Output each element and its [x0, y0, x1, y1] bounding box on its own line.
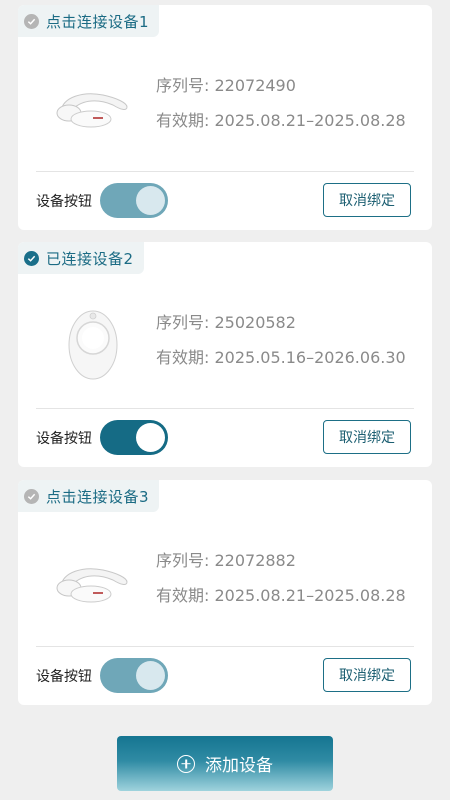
device-info: 序列号: 22072882 有效期: 2025.08.21–2025.08.28 [156, 550, 406, 620]
neck-massager-icon [48, 538, 138, 628]
device-info: 序列号: 22072490 有效期: 2025.08.21–2025.08.28 [156, 75, 406, 145]
serial-number: 序列号: 22072882 [156, 551, 296, 570]
toggle-knob [136, 661, 165, 690]
plus-circle-icon [177, 754, 195, 773]
serial-number: 序列号: 25020582 [156, 313, 296, 332]
divider [36, 408, 414, 409]
device-switch-toggle[interactable] [100, 658, 168, 693]
validity-period: 有效期: 2025.05.16–2026.06.30 [156, 348, 406, 367]
validity-period: 有效期: 2025.08.21–2025.08.28 [156, 111, 406, 130]
device-switch-toggle[interactable] [100, 420, 168, 455]
divider [36, 646, 414, 647]
device-card-3: 点击连接设备3 序列号: 22072882 有效期: 2025.08.21–20… [18, 480, 432, 705]
check-circle-icon [24, 488, 39, 504]
add-device-label: 添加设备 [205, 756, 273, 776]
add-device-button[interactable]: 添加设备 [117, 736, 333, 791]
device-switch-toggle[interactable] [100, 183, 168, 218]
connect-status-label: 点击连接设备1 [46, 12, 150, 31]
connect-status-tag[interactable]: 点击连接设备1 [18, 5, 160, 37]
device-card-2: 已连接设备2 序列号: 25020582 有效期: 2025.05.16–202… [18, 242, 432, 467]
device-card-1: 点击连接设备1 序列号: 22072490 有效期: 2025.08.21–20… [18, 5, 432, 230]
serial-number: 序列号: 22072490 [156, 76, 296, 95]
connect-status-label: 已连接设备2 [46, 249, 134, 268]
connect-status-tag[interactable]: 已连接设备2 [18, 242, 144, 274]
toggle-knob [136, 186, 165, 215]
check-circle-icon [24, 13, 39, 29]
check-circle-icon [24, 250, 39, 266]
unbind-button[interactable]: 取消绑定 [323, 183, 411, 217]
egg-massager-icon [48, 300, 138, 390]
connect-status-tag[interactable]: 点击连接设备3 [18, 480, 160, 512]
toggle-knob [136, 423, 165, 452]
unbind-button[interactable]: 取消绑定 [323, 420, 411, 454]
device-switch-label: 设备按钮 [36, 431, 92, 447]
device-switch-label: 设备按钮 [36, 669, 92, 685]
validity-period: 有效期: 2025.08.21–2025.08.28 [156, 586, 406, 605]
device-info: 序列号: 25020582 有效期: 2025.05.16–2026.06.30 [156, 312, 406, 382]
divider [36, 171, 414, 172]
connect-status-label: 点击连接设备3 [46, 487, 150, 506]
neck-massager-icon [48, 63, 138, 153]
unbind-button[interactable]: 取消绑定 [323, 658, 411, 692]
device-switch-label: 设备按钮 [36, 194, 92, 210]
